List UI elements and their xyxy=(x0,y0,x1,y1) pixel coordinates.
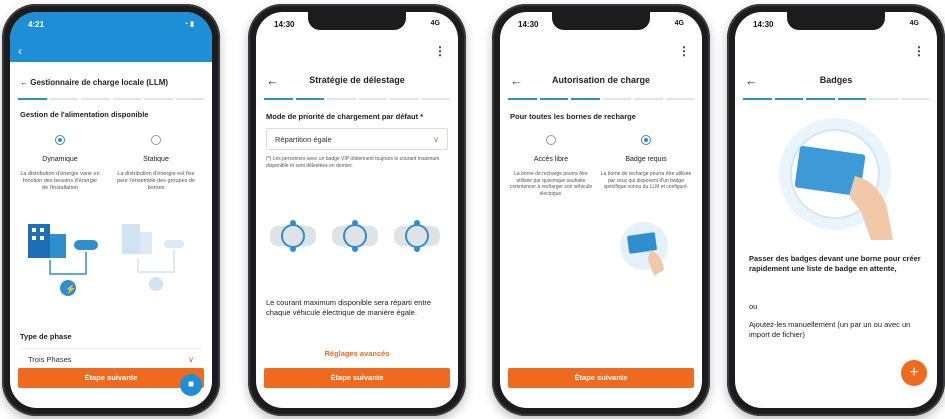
chevron-down-icon: ∨ xyxy=(188,355,194,364)
section-title: Gestion de l'alimentation disponible xyxy=(20,110,149,119)
radio-statique[interactable] xyxy=(151,135,161,145)
screen-llm: 4:21 ◔ ▮ ‹ ← Gestionnaire de charge loca… xyxy=(10,12,212,408)
radio-dynamique[interactable] xyxy=(55,135,65,145)
option-badge-requis[interactable]: Badge requis La borne de recharge pourra… xyxy=(600,132,692,191)
next-step-button[interactable]: Étape suivante xyxy=(18,368,204,388)
badge-illustration xyxy=(620,222,668,276)
option-desc: La distribution d'énergie est fixe pour … xyxy=(116,171,196,191)
section-title: Mode de priorité de chargement par défau… xyxy=(266,112,424,121)
section-title: Pour toutes les bornes de recharge xyxy=(510,112,636,121)
status-time: 14:30 xyxy=(518,20,539,29)
svg-text:⚡: ⚡ xyxy=(65,283,76,295)
step-progress xyxy=(508,98,694,100)
chevron-down-icon: ∨ xyxy=(433,135,439,144)
priority-select[interactable]: Répartition égale ∨ xyxy=(266,128,448,150)
page-title: Stratégie de délestage xyxy=(309,75,405,85)
cars-illustration xyxy=(270,220,440,252)
status-time: 14:30 xyxy=(753,20,774,29)
option-statique[interactable]: Statique La distribution d'énergie est f… xyxy=(114,132,198,192)
or-text: ou xyxy=(749,302,758,311)
notch xyxy=(552,12,650,30)
phone-4: 14:30 4G ⋮ ← Badges Passer des badges de… xyxy=(727,4,945,416)
more-options-icon[interactable]: ⋮ xyxy=(913,45,925,57)
option-desc: La borne de recharge pourra être utilisé… xyxy=(509,171,593,197)
advanced-settings-link[interactable]: Réglages avancés xyxy=(256,349,458,358)
instruction-text: Passer des badges devant une borne pour … xyxy=(749,254,921,273)
phone-3: 14:30 4G ⋮ ← Autorisation de charge Pour… xyxy=(492,4,710,416)
step-progress xyxy=(18,98,204,100)
notch xyxy=(787,12,885,30)
more-options-icon[interactable]: ⋮ xyxy=(678,45,690,57)
more-options-icon[interactable]: ⋮ xyxy=(434,45,446,57)
back-icon[interactable]: ‹ xyxy=(18,44,22,58)
option-label: Dynamique xyxy=(42,156,78,163)
illustration-distribution: ⚡ xyxy=(28,224,184,296)
app-bar: ← Stratégie de délestage xyxy=(256,62,458,98)
phase-value: Trois Phases xyxy=(28,355,72,364)
notch xyxy=(308,12,406,30)
back-arrow-icon[interactable]: ← xyxy=(510,73,523,88)
status-time: 4:21 xyxy=(28,20,45,29)
network-indicator: 4G xyxy=(909,20,919,27)
screenshot-stage: 4:21 ◔ ▮ ‹ ← Gestionnaire de charge loca… xyxy=(0,0,945,419)
next-step-button[interactable]: Étape suivante xyxy=(508,368,694,388)
phone-1: 4:21 ◔ ▮ ‹ ← Gestionnaire de charge loca… xyxy=(2,4,220,416)
description-text: Le courant maximum disponible sera répar… xyxy=(266,298,432,317)
radio-acces-libre[interactable] xyxy=(546,135,556,145)
phone-2: 14:30 4G ⋮ ← Stratégie de délestage Mode… xyxy=(248,4,466,416)
radio-badge-requis[interactable] xyxy=(641,135,651,145)
option-dynamique[interactable]: Dynamique La distribution d'énergie vari… xyxy=(20,132,100,192)
back-arrow-icon[interactable]: ← xyxy=(745,73,758,88)
screen-badges: 14:30 4G ⋮ ← Badges Passer des badges de… xyxy=(735,12,937,408)
back-arrow-icon[interactable]: ← xyxy=(266,73,279,88)
manual-text: Ajoutez-les manuellement (un par un ou a… xyxy=(749,320,911,339)
option-acces-libre[interactable]: Accès libre La borne de recharge pourra … xyxy=(508,132,594,197)
priority-value: Répartition égale xyxy=(275,135,332,144)
app-bar: ← Autorisation de charge xyxy=(500,62,702,98)
page-title: ← Gestionnaire de charge locale (LLM) xyxy=(20,78,169,87)
screen-autorisation: 14:30 4G ⋮ ← Autorisation de charge Pour… xyxy=(500,12,702,408)
network-indicator: 4G xyxy=(430,20,440,27)
option-desc: La borne de recharge pourra être utilisé… xyxy=(600,171,692,190)
option-label: Accès libre xyxy=(533,156,569,163)
option-label: Statique xyxy=(143,156,169,163)
app-bar: ← Badges xyxy=(735,62,937,98)
screen-delestage: 14:30 4G ⋮ ← Stratégie de délestage Mode… xyxy=(256,12,458,408)
network-indicator: 4G xyxy=(674,20,684,27)
next-step-button[interactable]: Étape suivante xyxy=(264,368,450,388)
action-button[interactable]: ■ xyxy=(180,374,202,396)
page-title: Autorisation de charge xyxy=(551,75,650,85)
vip-note: (*) Les personnes avec un badge VIP obti… xyxy=(266,156,440,169)
add-badge-button[interactable]: + xyxy=(901,360,927,386)
option-label: Badge requis xyxy=(625,156,667,163)
status-time: 14:30 xyxy=(274,20,295,29)
page-title: Badges xyxy=(819,75,853,85)
status-bar: 4:21 ◔ ▮ xyxy=(10,12,212,38)
step-progress xyxy=(264,98,450,100)
badge-scan-illustration xyxy=(779,118,893,240)
step-progress xyxy=(743,98,929,100)
option-desc: La distribution d'énergie varie en fonct… xyxy=(20,171,100,191)
phase-label: Type de phase xyxy=(20,332,72,341)
wifi-icon: ◔ ▮ xyxy=(183,21,194,28)
phase-select[interactable]: Trois Phases ∨ xyxy=(20,348,202,370)
